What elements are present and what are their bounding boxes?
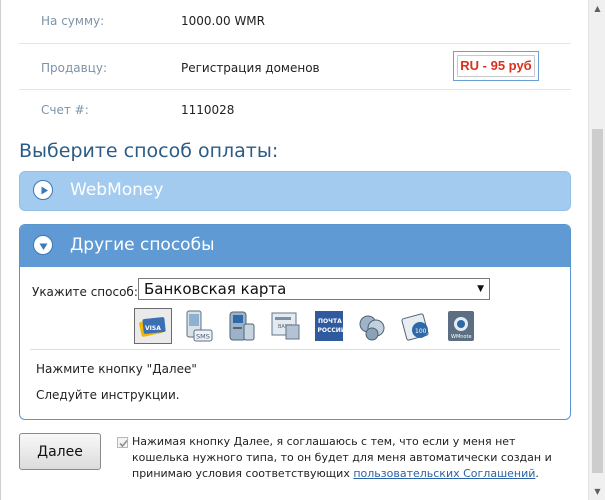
bank-transfer-icon[interactable]: BANK — [266, 308, 304, 344]
svg-text:100: 100 — [415, 328, 427, 335]
other-methods-accordion: Другие способы Укажите способ: Банковска… — [19, 224, 571, 420]
invoice-row: Счет #: 1110028 — [19, 90, 571, 134]
svg-text:VISA: VISA — [145, 325, 161, 332]
other-methods-accordion-title: Другие способы — [70, 235, 215, 255]
sms-icon[interactable]: SMS — [178, 308, 216, 344]
method-label: Укажите способ: — [32, 285, 138, 299]
svg-text:РОССИИ: РОССИИ — [318, 327, 346, 334]
amount-value: 1000.00 WMR — [181, 14, 265, 28]
seller-label: Продавцу: — [41, 61, 108, 75]
instruction-follow: Следуйте инструкции. — [36, 388, 180, 402]
scroll-up-icon[interactable]: ▲ — [589, 0, 605, 17]
invoice-label: Счет #: — [41, 103, 89, 117]
svg-text:SMS: SMS — [196, 333, 210, 341]
method-select[interactable]: Банковская карта ▼ — [138, 278, 490, 300]
agreement-text: Нажимая кнопку Далее, я соглашаюсь с тем… — [132, 434, 562, 482]
terminal-icon[interactable] — [222, 308, 260, 344]
webmoney-accordion-header[interactable]: WebMoney — [20, 172, 570, 210]
instruction-next: Нажмите кнопку "Далее" — [36, 362, 197, 376]
method-select-value: Банковская карта — [144, 280, 287, 298]
wmnote-icon[interactable]: WMnote — [442, 308, 480, 344]
webmoney-accordion-title: WebMoney — [70, 180, 164, 200]
svg-text:ПОЧТА: ПОЧТА — [318, 318, 342, 325]
amount-label: На сумму: — [41, 14, 105, 28]
seller-value: Регистрация доменов — [181, 61, 320, 75]
svg-text:WMnote: WMnote — [451, 334, 472, 340]
amount-row: На сумму: 1000.00 WMR — [19, 0, 571, 44]
invoice-value: 1110028 — [181, 103, 235, 117]
collapse-arrow-icon — [33, 235, 53, 255]
payment-content: На сумму: 1000.00 WMR Продавцу: Регистра… — [1, 0, 588, 500]
agree-checkbox[interactable] — [117, 437, 128, 448]
user-agreements-link[interactable]: пользовательских Соглашений — [353, 467, 535, 480]
russian-post-icon[interactable]: ПОЧТА РОССИИ — [310, 308, 348, 344]
payment-method-title: Выберите способ оплаты: — [19, 140, 279, 162]
wm-card-icon[interactable]: 100 — [398, 308, 436, 344]
scrollbar-thumb[interactable] — [592, 129, 603, 473]
agreement-end: . — [535, 467, 539, 480]
webmoney-accordion[interactable]: WebMoney — [19, 171, 571, 211]
scroll-down-icon[interactable]: ▼ — [589, 483, 605, 500]
expand-arrow-icon — [33, 180, 53, 200]
next-button[interactable]: Далее — [19, 433, 101, 470]
dropdown-arrow-icon: ▼ — [477, 284, 484, 294]
payment-window: На сумму: 1000.00 WMR Продавцу: Регистра… — [0, 0, 605, 500]
coins-icon[interactable] — [354, 308, 392, 344]
vertical-scrollbar[interactable]: ▲ ▼ — [588, 0, 605, 500]
seller-badge[interactable]: RU - 95 руб — [453, 51, 539, 81]
method-divider — [30, 349, 560, 350]
other-methods-accordion-header[interactable]: Другие способы — [20, 225, 570, 267]
bank-card-icon[interactable]: VISA — [134, 308, 172, 344]
seller-badge-text: RU - 95 руб — [457, 55, 535, 77]
